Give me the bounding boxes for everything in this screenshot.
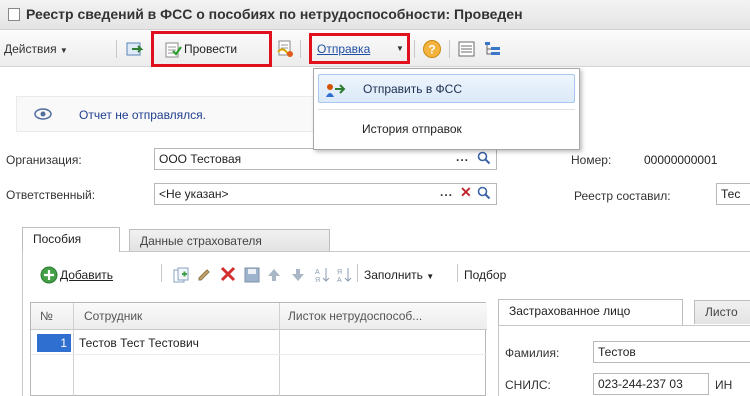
actions-label: Действия (4, 42, 57, 56)
send-menu-button[interactable]: Отправка ▼ (309, 33, 410, 64)
svg-text:A: A (337, 277, 342, 284)
edit-pencil-icon[interactable] (196, 267, 212, 283)
fill-menu-button[interactable]: Заполнить ▼ (364, 268, 434, 282)
org-select-button[interactable]: ... (456, 150, 469, 164)
svg-text:Я: Я (315, 277, 320, 284)
responsible-label: Ответственный: (6, 188, 96, 202)
employee-cell: Тестов Тест Тестович (79, 336, 199, 350)
responsible-value: <Не указан> (159, 187, 229, 201)
info-eye-icon (33, 107, 53, 124)
column-header-employee[interactable]: Сотрудник (84, 309, 142, 323)
lastname-field[interactable]: Тестов (593, 341, 750, 363)
delete-icon[interactable] (219, 265, 236, 282)
search-icon[interactable] (477, 186, 491, 203)
svg-text:?: ? (428, 43, 435, 57)
send-status-text: Отчет не отправлялся. (79, 108, 207, 122)
chevron-down-icon: ▼ (59, 46, 68, 55)
list-view-icon[interactable] (458, 41, 476, 60)
menu-item-label: История отправок (362, 122, 462, 136)
menu-item-send-history[interactable]: История отправок (319, 115, 576, 143)
toolbar-separator (161, 264, 162, 282)
post-label: Провести (184, 42, 238, 56)
save-row-icon[interactable] (244, 267, 260, 283)
row-number-cell: 1 (37, 334, 71, 352)
select-button[interactable]: Подбор (464, 268, 506, 282)
compiled-by-label: Реестр составил: (574, 189, 671, 203)
inn-label: ИН (715, 378, 733, 392)
chevron-down-icon: ▼ (426, 272, 435, 281)
column-header-number[interactable]: № (40, 309, 53, 323)
toolbar-separator (457, 264, 458, 282)
svg-text:A: A (315, 269, 320, 276)
actions-menu-button[interactable]: Действия ▼ (4, 42, 68, 56)
responsible-select-button[interactable]: ... (440, 185, 453, 199)
copy-icon[interactable] (173, 267, 189, 283)
menu-item-send-to-fss[interactable]: Отправить в ФСС (318, 74, 575, 103)
column-header-sick-leave[interactable]: Листок нетрудоспособ... (288, 309, 422, 323)
toolbar-separator (449, 40, 450, 58)
send-fss-icon (324, 81, 346, 102)
go-to-icon[interactable] (126, 41, 144, 60)
document-icon (8, 8, 20, 21)
menu-item-label: Отправить в ФСС (363, 82, 462, 96)
tab-label: Листо (705, 305, 738, 319)
menu-divider (318, 109, 575, 110)
help-icon[interactable]: ? (422, 39, 442, 62)
chevron-down-icon: ▼ (396, 44, 404, 53)
benefits-table: № Сотрудник Листок нетрудоспособ... 1 Те… (30, 302, 487, 396)
snils-label: СНИЛС: (505, 378, 551, 392)
send-label: Отправка (317, 42, 371, 56)
sort-descending-icon[interactable]: ЯA (336, 266, 352, 284)
tab-sick-leave[interactable]: Листо (694, 300, 750, 324)
org-value: ООО Тестовая (159, 152, 242, 166)
move-up-icon[interactable] (266, 267, 282, 283)
lastname-label: Фамилия: (505, 346, 560, 360)
info-panel: Отчет не отправлялся. (16, 96, 316, 132)
toolbar-separator (414, 40, 415, 58)
sort-ascending-icon[interactable]: AЯ (314, 266, 330, 284)
tab-insurer-data[interactable]: Данные страхователя (129, 229, 330, 251)
table-row[interactable]: 1 Тестов Тест Тестович (31, 331, 487, 355)
org-label: Организация: (6, 153, 82, 167)
toolbar-separator (357, 264, 358, 282)
number-value[interactable]: 00000000001 (644, 153, 717, 167)
tab-benefits[interactable]: Пособия (22, 227, 120, 252)
snils-value: 023-244-237 03 (598, 377, 683, 391)
send-dropdown-menu: Отправить в ФСС История отправок (313, 68, 580, 150)
add-icon[interactable] (40, 266, 58, 287)
table-header: № Сотрудник Листок нетрудоспособ... (31, 303, 487, 330)
toolbar: Действия ▼ Провести Отправка ▼ ? (0, 31, 750, 67)
unpost-icon[interactable] (276, 40, 296, 61)
snils-field[interactable]: 023-244-237 03 (593, 373, 709, 395)
title-bar: Реестр сведений в ФСС о пособиях по нетр… (0, 0, 750, 30)
org-field[interactable]: ООО Тестовая (154, 148, 497, 170)
post-icon (164, 41, 182, 62)
tab-label: Застрахованное лицо (509, 304, 631, 318)
toolbar-separator (116, 40, 117, 58)
tab-insured-person[interactable]: Застрахованное лицо (498, 299, 683, 325)
compiled-by-field[interactable]: Тес (716, 183, 750, 205)
move-down-icon[interactable] (290, 267, 306, 283)
toolbar-separator (300, 40, 301, 58)
clear-icon[interactable]: ✕ (460, 184, 472, 201)
compiled-by-value: Тес (721, 187, 741, 201)
tab-label: Пособия (33, 232, 82, 246)
add-button[interactable]: Добавить (60, 268, 113, 282)
post-button[interactable]: Провести (151, 31, 272, 67)
lastname-value: Тестов (598, 345, 636, 359)
fill-label: Заполнить (364, 268, 423, 282)
structure-icon[interactable] (484, 41, 502, 60)
window-title: Реестр сведений в ФСС о пособиях по нетр… (26, 6, 523, 22)
number-label: Номер: (571, 153, 612, 167)
search-icon[interactable] (477, 151, 491, 168)
tab-label: Данные страхователя (140, 234, 262, 248)
svg-text:Я: Я (337, 269, 342, 276)
